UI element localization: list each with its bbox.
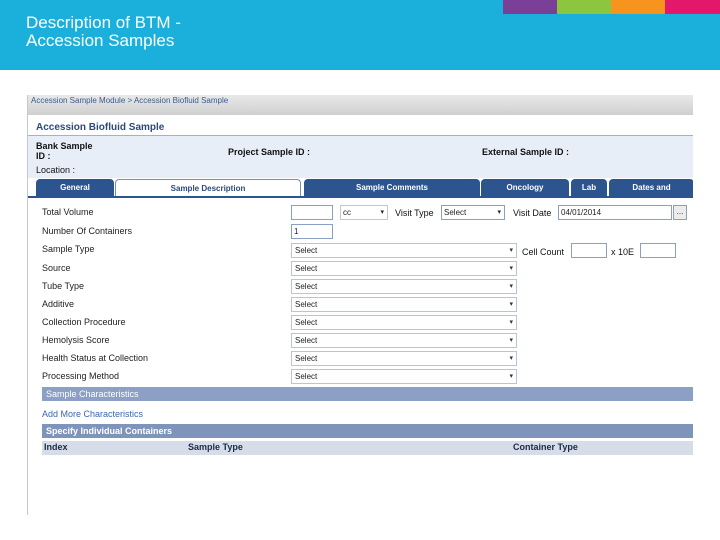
cell-count-multiplier: x 10E bbox=[611, 247, 635, 257]
additive-label: Additive bbox=[42, 299, 75, 309]
tube-type-label: Tube Type bbox=[42, 281, 85, 291]
stripe-green bbox=[557, 0, 611, 14]
chevron-down-icon: ▾ bbox=[509, 283, 513, 290]
additive-value: Select bbox=[295, 300, 318, 309]
cell-count-label: Cell Count bbox=[522, 247, 565, 257]
cell-count-exponent-input[interactable] bbox=[640, 243, 676, 258]
volume-unit-select[interactable]: cc ▾ bbox=[340, 205, 388, 220]
cell-count-input[interactable] bbox=[571, 243, 607, 258]
tab-sample-description[interactable]: Sample Description bbox=[115, 179, 301, 196]
processing-method-value: Select bbox=[295, 372, 318, 381]
hemolysis-score-label: Hemolysis Score bbox=[42, 335, 110, 345]
visit-date-input[interactable]: 04/01/2014 bbox=[558, 205, 672, 220]
volume-unit-value: cc bbox=[343, 208, 351, 217]
sample-type-select[interactable]: Select ▾ bbox=[291, 243, 517, 258]
total-volume-input[interactable] bbox=[291, 205, 333, 220]
visit-type-select[interactable]: Select ▾ bbox=[441, 205, 505, 220]
column-container-type: Container Type bbox=[513, 442, 578, 452]
total-volume-label: Total Volume bbox=[42, 207, 94, 217]
column-sample-type: Sample Type bbox=[188, 442, 243, 452]
chevron-down-icon: ▾ bbox=[509, 373, 513, 380]
source-select[interactable]: Select ▾ bbox=[291, 261, 517, 276]
health-status-select[interactable]: Select ▾ bbox=[291, 351, 517, 366]
tab-dates[interactable]: Dates and bbox=[609, 179, 693, 196]
chevron-down-icon: ▾ bbox=[380, 209, 384, 216]
bank-sample-label-1: Bank Sample bbox=[36, 141, 93, 151]
stripe-pink bbox=[665, 0, 720, 14]
visit-type-value: Select bbox=[444, 208, 467, 217]
breadcrumb[interactable]: Accession Sample Module > Accession Biof… bbox=[31, 96, 228, 105]
sample-type-label: Sample Type bbox=[42, 244, 95, 254]
tab-sample-comments[interactable]: Sample Comments bbox=[304, 179, 480, 196]
breadcrumb-bar: Accession Sample Module > Accession Biof… bbox=[28, 95, 693, 115]
sample-type-value: Select bbox=[295, 246, 318, 255]
bank-sample-label-2: ID : bbox=[36, 151, 51, 161]
project-sample-id-label: Project Sample ID : bbox=[228, 147, 311, 157]
stripe-purple bbox=[503, 0, 557, 14]
external-sample-id-label: External Sample ID : bbox=[482, 147, 570, 157]
chevron-down-icon: ▾ bbox=[497, 209, 501, 216]
health-status-label: Health Status at Collection bbox=[42, 353, 149, 363]
processing-method-label: Processing Method bbox=[42, 371, 120, 381]
chevron-down-icon: ▾ bbox=[509, 337, 513, 344]
location-label: Location : bbox=[36, 165, 76, 175]
processing-method-select[interactable]: Select ▾ bbox=[291, 369, 517, 384]
num-containers-label: Number Of Containers bbox=[42, 226, 133, 236]
tube-type-select[interactable]: Select ▾ bbox=[291, 279, 517, 294]
add-characteristics-link[interactable]: Add More Characteristics bbox=[42, 409, 143, 419]
visit-date-label: Visit Date bbox=[513, 208, 552, 218]
tab-lab[interactable]: Lab bbox=[571, 179, 607, 196]
tab-general[interactable]: General bbox=[36, 179, 114, 196]
source-value: Select bbox=[295, 264, 318, 273]
specify-containers-bar: Specify Individual Containers bbox=[42, 424, 693, 438]
containers-table-header: Index Sample Type Container Type bbox=[42, 441, 693, 455]
app-screenshot: Accession Sample Module > Accession Biof… bbox=[27, 95, 693, 515]
hemolysis-score-select[interactable]: Select ▾ bbox=[291, 333, 517, 348]
panel-title: Accession Biofluid Sample bbox=[36, 122, 165, 133]
tab-oncology[interactable]: Oncology bbox=[481, 179, 569, 196]
visit-type-label: Visit Type bbox=[395, 208, 434, 218]
hemolysis-score-value: Select bbox=[295, 336, 318, 345]
slide-title-line-1: Description of BTM - bbox=[26, 13, 181, 32]
chevron-down-icon: ▾ bbox=[509, 319, 513, 326]
collection-procedure-value: Select bbox=[295, 318, 318, 327]
date-picker-button[interactable]: ... bbox=[673, 205, 687, 220]
chevron-down-icon: ▾ bbox=[509, 355, 513, 362]
additive-select[interactable]: Select ▾ bbox=[291, 297, 517, 312]
column-index: Index bbox=[44, 442, 68, 452]
chevron-down-icon: ▾ bbox=[509, 301, 513, 308]
health-status-value: Select bbox=[295, 354, 318, 363]
collection-procedure-select[interactable]: Select ▾ bbox=[291, 315, 517, 330]
tab-underline bbox=[28, 196, 693, 198]
source-label: Source bbox=[42, 263, 71, 273]
chevron-down-icon: ▾ bbox=[509, 247, 513, 254]
sample-characteristics-bar: Sample Characteristics bbox=[42, 387, 693, 401]
chevron-down-icon: ▾ bbox=[509, 265, 513, 272]
stripe-orange bbox=[611, 0, 665, 14]
sample-id-band: Bank Sample ID : Project Sample ID : Ext… bbox=[28, 136, 693, 178]
slide-header: Description of BTM - Accession Samples bbox=[0, 0, 720, 70]
slide-title: Description of BTM - Accession Samples bbox=[26, 14, 286, 50]
num-containers-input[interactable]: 1 bbox=[291, 224, 333, 239]
collection-procedure-label: Collection Procedure bbox=[42, 317, 126, 327]
tube-type-value: Select bbox=[295, 282, 318, 291]
slide-title-line-2: Accession Samples bbox=[26, 31, 175, 50]
